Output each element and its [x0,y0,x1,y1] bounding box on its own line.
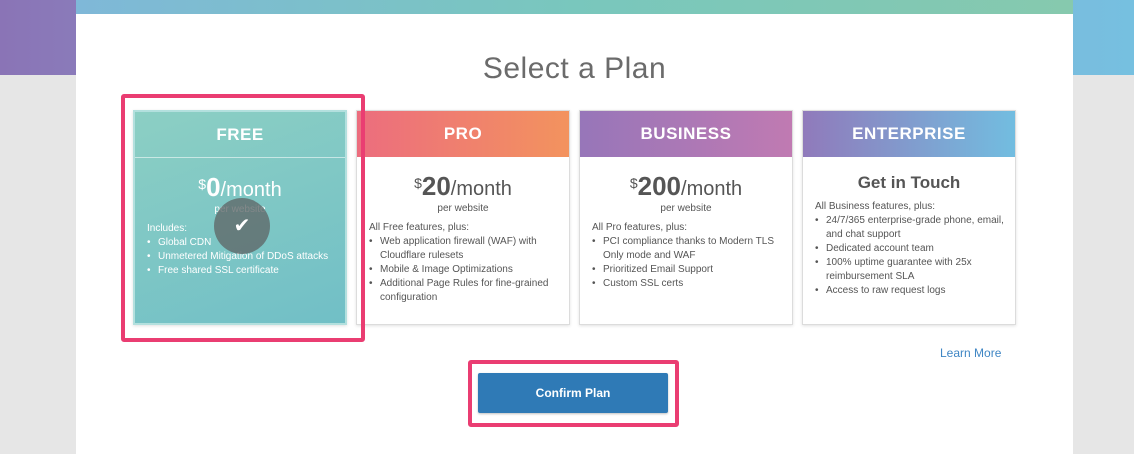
plan-price-business: $200/month [580,171,792,202]
price-currency: $ [629,175,638,191]
feature-list-enterprise: 24/7/365 enterprise-grade phone, email, … [815,214,1005,298]
price-amount: 200 [637,171,682,201]
feature-item: Dedicated account team [815,242,1005,256]
feature-item: 24/7/365 enterprise-grade phone, email, … [815,214,1005,242]
feature-item: Prioritized Email Support [592,263,782,277]
plan-name-pro: PRO [357,111,569,157]
plan-price-pro: $20/month [357,171,569,202]
price-period: /month [681,178,743,200]
plan-card-pro[interactable]: PRO $20/month per website All Free featu… [356,110,570,325]
panel-top-accent [76,0,1073,14]
page-title: Select a Plan [482,52,667,85]
plan-name-business: BUSINESS [580,111,792,157]
feature-item: Access to raw request logs [815,284,1005,298]
price-currency: $ [414,175,422,191]
feature-item: PCI compliance thanks to Modern TLS Only… [592,235,782,263]
price-subtext: per website [437,203,489,214]
plan-intro-business: All Pro features, plus: [592,222,688,233]
price-amount: 20 [421,171,451,201]
feature-item: Web application firewall (WAF) with Clou… [369,235,559,263]
highlight-box-free-plan [121,94,365,342]
price-subtext: per website [660,203,712,214]
contact-title: Get in Touch [857,173,961,192]
price-period: /month [450,178,512,200]
plan-card-business[interactable]: BUSINESS $200/month per website All Pro … [579,110,793,325]
feature-item: Custom SSL certs [592,277,782,291]
feature-item: 100% uptime guarantee with 25x reimburse… [815,256,1005,284]
feature-item: Additional Page Rules for fine-grained c… [369,277,559,305]
plan-name-enterprise: ENTERPRISE [803,111,1015,157]
confirm-plan-button[interactable]: Confirm Plan [478,373,668,413]
learn-more-link[interactable]: Learn More [940,346,1001,360]
feature-list-pro: Web application firewall (WAF) with Clou… [369,235,559,305]
feature-list-business: PCI compliance thanks to Modern TLS Only… [592,235,782,291]
plan-card-enterprise[interactable]: ENTERPRISE Get in Touch All Business fea… [802,110,1016,325]
plan-intro-pro: All Free features, plus: [369,222,470,233]
feature-item: Mobile & Image Optimizations [369,263,559,277]
plan-intro-enterprise: All Business features, plus: [815,201,936,212]
